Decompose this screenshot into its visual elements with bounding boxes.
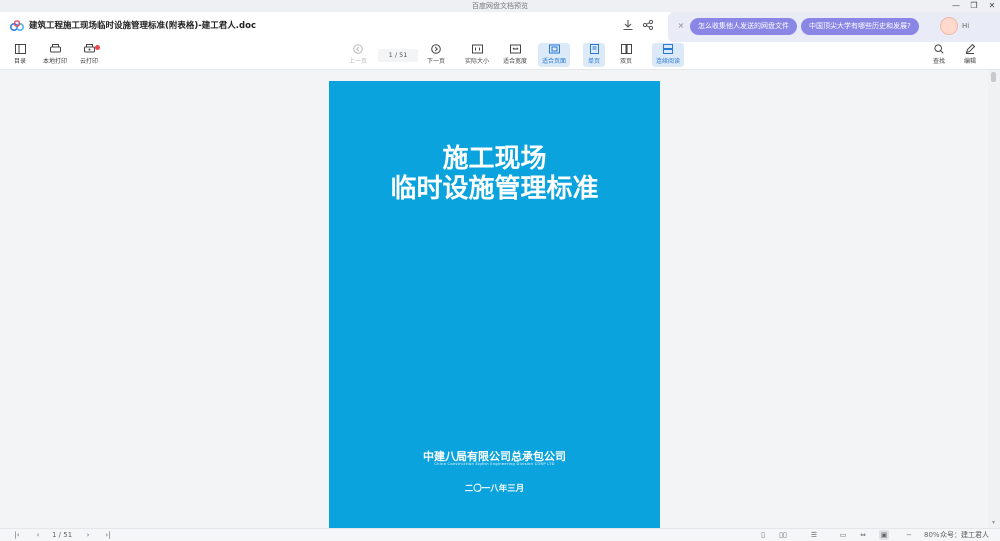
next-page-button[interactable]: 下一页 — [427, 44, 445, 66]
double-page-mode-icon[interactable]: ▯▯ — [778, 530, 788, 540]
prev-page-icon[interactable]: ‹ — [33, 530, 43, 540]
single-page-mode-icon[interactable]: ▯ — [758, 530, 768, 540]
cover-title-line2: 临时设施管理标准 — [390, 174, 599, 204]
zoom-out-icon[interactable]: − — [904, 530, 914, 540]
continuous-mode-icon[interactable]: ☰ — [809, 530, 819, 540]
search-icon — [932, 44, 946, 56]
status-page-indicator: 1 / 51 — [52, 531, 73, 539]
fit-width-label: 适合宽度 — [503, 58, 528, 65]
chevron-right-circle-icon — [429, 44, 443, 56]
continuous-read-button[interactable]: 连续阅读 — [652, 43, 685, 67]
first-page-icon[interactable]: |‹ — [12, 530, 22, 540]
local-print-label: 本地打印 — [43, 58, 68, 65]
prev-page-label: 上一页 — [349, 58, 368, 65]
toc-label: 目录 — [13, 58, 26, 65]
double-page-label: 双页 — [619, 58, 632, 65]
ai-suggestion-chip[interactable]: 怎么收集他人发送的网盘文件 — [690, 18, 797, 35]
ai-assistant-avatar[interactable] — [940, 17, 958, 35]
fit-width-icon — [508, 44, 522, 56]
status-bar: |‹ ‹ 1 / 51 › ›| ▯ ▯▯ ☰ ▭ ⇔ ▣ − 80% — [0, 528, 1000, 541]
download-icon[interactable] — [621, 19, 635, 33]
close-window-icon[interactable]: ✕ — [988, 0, 996, 12]
single-page-button[interactable]: 单页 — [583, 43, 605, 67]
window-title: 百度网盘文档预览 — [472, 2, 528, 10]
continuous-read-icon — [661, 44, 675, 56]
share-icon[interactable] — [641, 19, 655, 33]
document-title: 建筑工程施工现场临时设施管理标准(附表格)-建工君人.doc — [29, 21, 256, 31]
fit-page-icon — [547, 44, 561, 56]
notification-dot — [95, 45, 100, 50]
actual-size-mode-icon[interactable]: ▭ — [838, 530, 848, 540]
search-button[interactable]: 查找 — [932, 44, 946, 66]
toc-button[interactable]: 目录 — [13, 44, 27, 66]
next-page-label: 下一页 — [427, 58, 446, 65]
edit-button[interactable]: 编辑 — [963, 43, 977, 66]
fit-width-button[interactable]: 适合宽度 — [503, 44, 527, 66]
next-page-icon[interactable]: › — [83, 530, 93, 540]
actual-size-button[interactable]: 实际大小 — [465, 44, 489, 66]
edit-label: 编辑 — [963, 58, 976, 65]
toc-icon — [13, 44, 27, 56]
continuous-read-label: 连续阅读 — [656, 58, 681, 65]
viewer-toolbar: 目录 本地打印 云打印 上一页 1 / 51 下一页 实际大小 适合宽度 适合页… — [0, 42, 1000, 70]
cloud-printer-icon — [82, 44, 96, 56]
scroll-down-icon[interactable]: ▾ — [990, 519, 997, 526]
single-page-label: 单页 — [587, 58, 600, 65]
last-page-icon[interactable]: ›| — [103, 530, 113, 540]
fit-width-mode-icon[interactable]: ⇔ — [858, 530, 868, 540]
watermark-text: 众号：建工君人 — [940, 531, 989, 539]
cloud-print-label: 云打印 — [80, 58, 99, 65]
actual-size-icon — [470, 44, 484, 56]
minimize-icon[interactable]: — — [952, 0, 960, 12]
ai-greeting: Hi — [962, 22, 970, 30]
publish-date: 二〇一八年三月 — [464, 484, 525, 494]
baidu-netdisk-logo-icon — [10, 20, 24, 31]
double-page-button[interactable]: 双页 — [619, 44, 633, 66]
ai-bar-close-icon[interactable]: × — [676, 21, 686, 30]
vertical-scrollbar[interactable]: ▾ — [988, 70, 1000, 528]
pencil-icon — [963, 43, 977, 56]
printer-icon — [48, 44, 62, 56]
document-page[interactable]: 施工现场 临时设施管理标准 中建八局有限公司总承包公司 China Constr… — [329, 81, 660, 528]
ai-assistant-bar: × 怎么收集他人发送的网盘文件 中国顶尖大学有哪些历史和发展? Hi — [668, 12, 1000, 42]
cover-title-line1: 施工现场 — [442, 144, 547, 174]
window-controls: — ❐ ✕ — [952, 0, 996, 12]
chevron-left-circle-icon — [351, 44, 365, 56]
company-name-en: China Construction Eighth Engineering Di… — [434, 462, 555, 466]
zoom-level[interactable]: 80% — [924, 530, 940, 541]
scrollbar-thumb[interactable] — [991, 72, 996, 82]
ai-suggestion-chip[interactable]: 中国顶尖大学有哪些历史和发展? — [801, 18, 919, 35]
fit-page-mode-icon[interactable]: ▣ — [879, 530, 889, 540]
restore-icon[interactable]: ❐ — [970, 0, 978, 12]
search-label: 查找 — [932, 58, 945, 65]
window-title-bar: 百度网盘文档预览 — ❐ ✕ — [0, 0, 1000, 12]
prev-page-button[interactable]: 上一页 — [349, 44, 367, 66]
fit-page-button[interactable]: 适合页面 — [538, 43, 571, 67]
page-number-input[interactable]: 1 / 51 — [378, 49, 418, 62]
single-page-icon — [587, 44, 601, 56]
fit-page-label: 适合页面 — [542, 58, 567, 65]
actual-size-label: 实际大小 — [465, 58, 490, 65]
document-header: 建筑工程施工现场临时设施管理标准(附表格)-建工君人.doc × 怎么收集他人发… — [0, 12, 1000, 42]
double-page-icon — [619, 44, 633, 56]
local-print-button[interactable]: 本地打印 — [43, 44, 67, 66]
